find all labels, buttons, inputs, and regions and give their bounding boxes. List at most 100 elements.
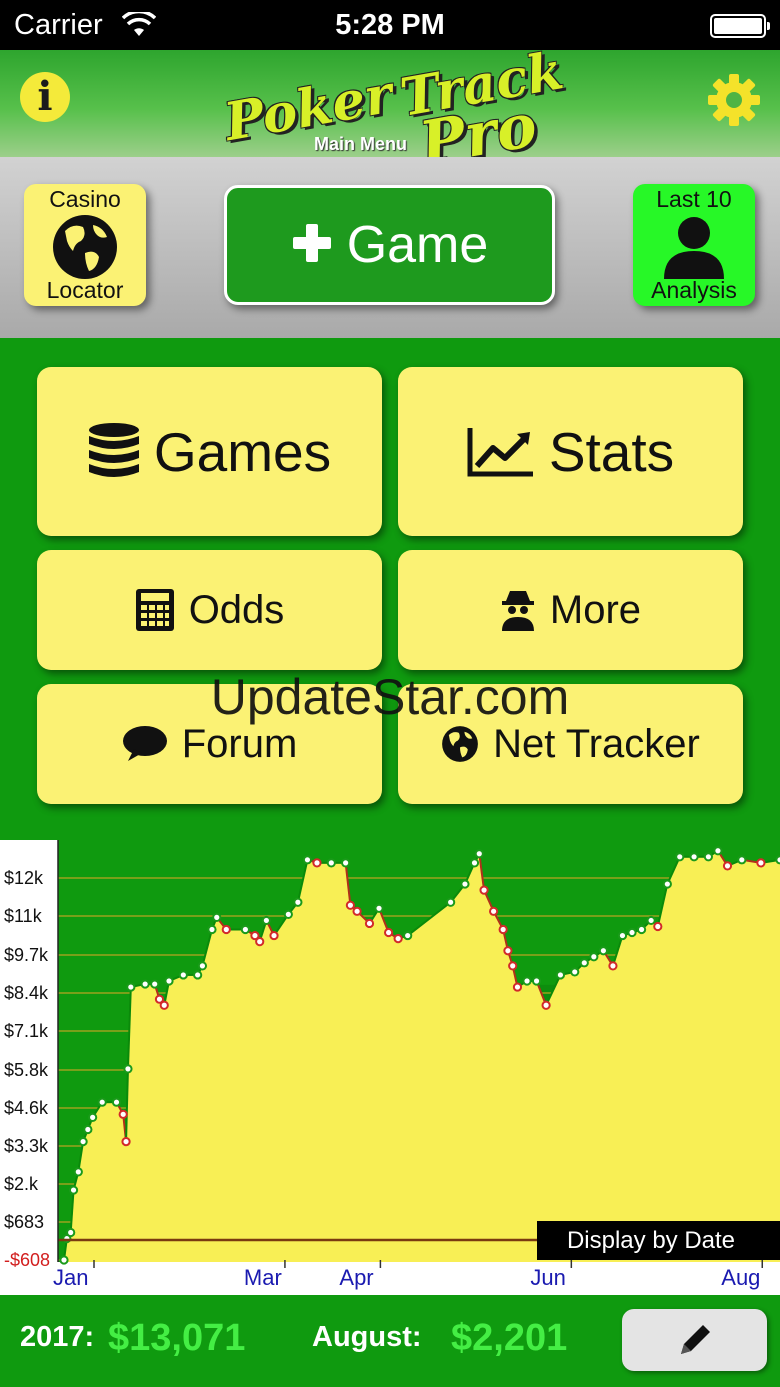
data-point — [293, 897, 303, 907]
y-tick-label: $4.6k — [4, 1098, 49, 1118]
gear-icon — [708, 74, 760, 126]
data-point — [178, 970, 188, 980]
pencil-icon — [680, 1325, 710, 1354]
data-point — [617, 930, 628, 941]
y-tick-label: -$608 — [4, 1250, 50, 1270]
data-point — [68, 1185, 79, 1195]
data-point — [722, 861, 733, 871]
data-point — [703, 852, 714, 862]
year-total-value: $13,071 — [108, 1317, 246, 1359]
data-point — [531, 976, 542, 986]
data-point — [579, 958, 589, 968]
data-point — [713, 846, 723, 856]
data-point — [121, 1136, 131, 1147]
x-tick-label: Mar — [244, 1265, 282, 1290]
data-point — [570, 967, 580, 977]
data-point — [240, 924, 250, 935]
net-tracker-button[interactable]: Net Tracker — [398, 684, 743, 804]
month-total-label: August: — [312, 1321, 422, 1353]
bankroll-chart-svg: 2017 Display by Date $12k$11k$9.7k$8.4k$… — [0, 840, 780, 1290]
forum-label: Forum — [181, 721, 298, 766]
y-tick-label: $11k — [4, 906, 43, 926]
y-tick-label: $12k — [4, 868, 44, 888]
net-tracker-label: Net Tracker — [493, 721, 700, 766]
plus-icon — [291, 222, 333, 269]
data-point — [498, 924, 508, 935]
data-point — [737, 855, 747, 865]
database-icon — [88, 422, 140, 482]
data-point — [775, 855, 780, 865]
more-button[interactable]: More — [398, 550, 743, 670]
last-10-label-top: Last 10 — [656, 186, 732, 212]
info-icon: i — [37, 73, 53, 120]
year-total-label: 2017: — [20, 1321, 95, 1353]
data-point — [756, 858, 766, 868]
casino-locator-button[interactable]: Casino Locator — [24, 184, 146, 306]
forum-button[interactable]: Forum — [37, 684, 382, 804]
y-tick-label: $7.1k — [4, 1021, 49, 1041]
totals-footer: 2017: $13,071 August: $2,201 — [0, 1295, 780, 1387]
data-point — [255, 937, 265, 947]
info-button[interactable]: i — [20, 72, 70, 122]
data-point — [97, 1097, 107, 1107]
data-point — [261, 915, 271, 926]
odds-button[interactable]: Odds — [37, 550, 382, 670]
data-point — [393, 933, 403, 944]
user-icon — [660, 213, 728, 287]
data-point — [555, 970, 566, 980]
data-point — [221, 924, 231, 935]
data-point — [164, 976, 174, 986]
display-by-date-toggle[interactable]: Display by Date — [567, 1227, 735, 1254]
data-point — [111, 1097, 122, 1107]
data-point — [59, 1255, 69, 1265]
calculator-icon — [135, 588, 175, 632]
data-point — [662, 879, 672, 889]
casino-locator-label-top: Casino — [49, 186, 121, 212]
data-point — [446, 897, 456, 907]
data-point — [193, 970, 203, 980]
data-point — [66, 1227, 76, 1238]
data-point — [341, 858, 351, 868]
data-point — [646, 915, 656, 926]
edit-button[interactable] — [622, 1309, 767, 1371]
main-menu-grid: Games Stats Odds More Forum Net Tracker — [0, 338, 780, 840]
data-point — [608, 961, 618, 971]
line-chart-icon — [467, 426, 535, 478]
data-point — [207, 924, 217, 935]
data-point — [383, 927, 394, 938]
games-button[interactable]: Games — [37, 367, 382, 536]
settings-button[interactable] — [706, 72, 762, 128]
data-point — [212, 912, 222, 922]
data-point — [88, 1112, 98, 1122]
data-point — [469, 858, 480, 868]
data-point — [508, 961, 518, 971]
more-label: More — [549, 587, 642, 632]
casino-locator-label-bottom: Locator — [46, 277, 124, 303]
y-tick-label: $3.3k — [4, 1136, 49, 1156]
app-header: i Poker Track Pro Main Menu — [0, 40, 780, 180]
data-point — [460, 879, 470, 889]
bankroll-chart[interactable]: 2017 Display by Date $12k$11k$9.7k$8.4k$… — [0, 840, 780, 1295]
data-point — [302, 855, 313, 865]
stats-label: Stats — [548, 420, 675, 483]
data-point — [312, 858, 322, 868]
last-10-analysis-button[interactable]: Last 10 Analysis — [633, 184, 755, 306]
data-point — [598, 946, 608, 956]
status-time: 5:28 PM — [335, 9, 445, 41]
data-point — [522, 976, 532, 986]
data-point — [73, 1167, 83, 1177]
x-tick-label: Jun — [530, 1265, 565, 1290]
add-game-button[interactable]: Game — [224, 185, 555, 305]
top-toolbar: Casino Locator Game Last 10 Analysis — [0, 157, 780, 338]
data-point — [675, 852, 685, 862]
stats-button[interactable]: Stats — [398, 367, 743, 536]
speech-bubble-icon — [122, 725, 168, 763]
y-tick-label: $683 — [4, 1212, 44, 1232]
y-tick-label: $2.k — [4, 1174, 39, 1194]
app-logo: Poker Track Pro Main Menu — [220, 40, 568, 179]
page-subtitle: Main Menu — [314, 134, 407, 154]
data-point — [123, 1064, 133, 1074]
data-point — [118, 1109, 128, 1119]
data-point — [197, 961, 208, 971]
y-tick-label: $9.7k — [4, 945, 49, 965]
